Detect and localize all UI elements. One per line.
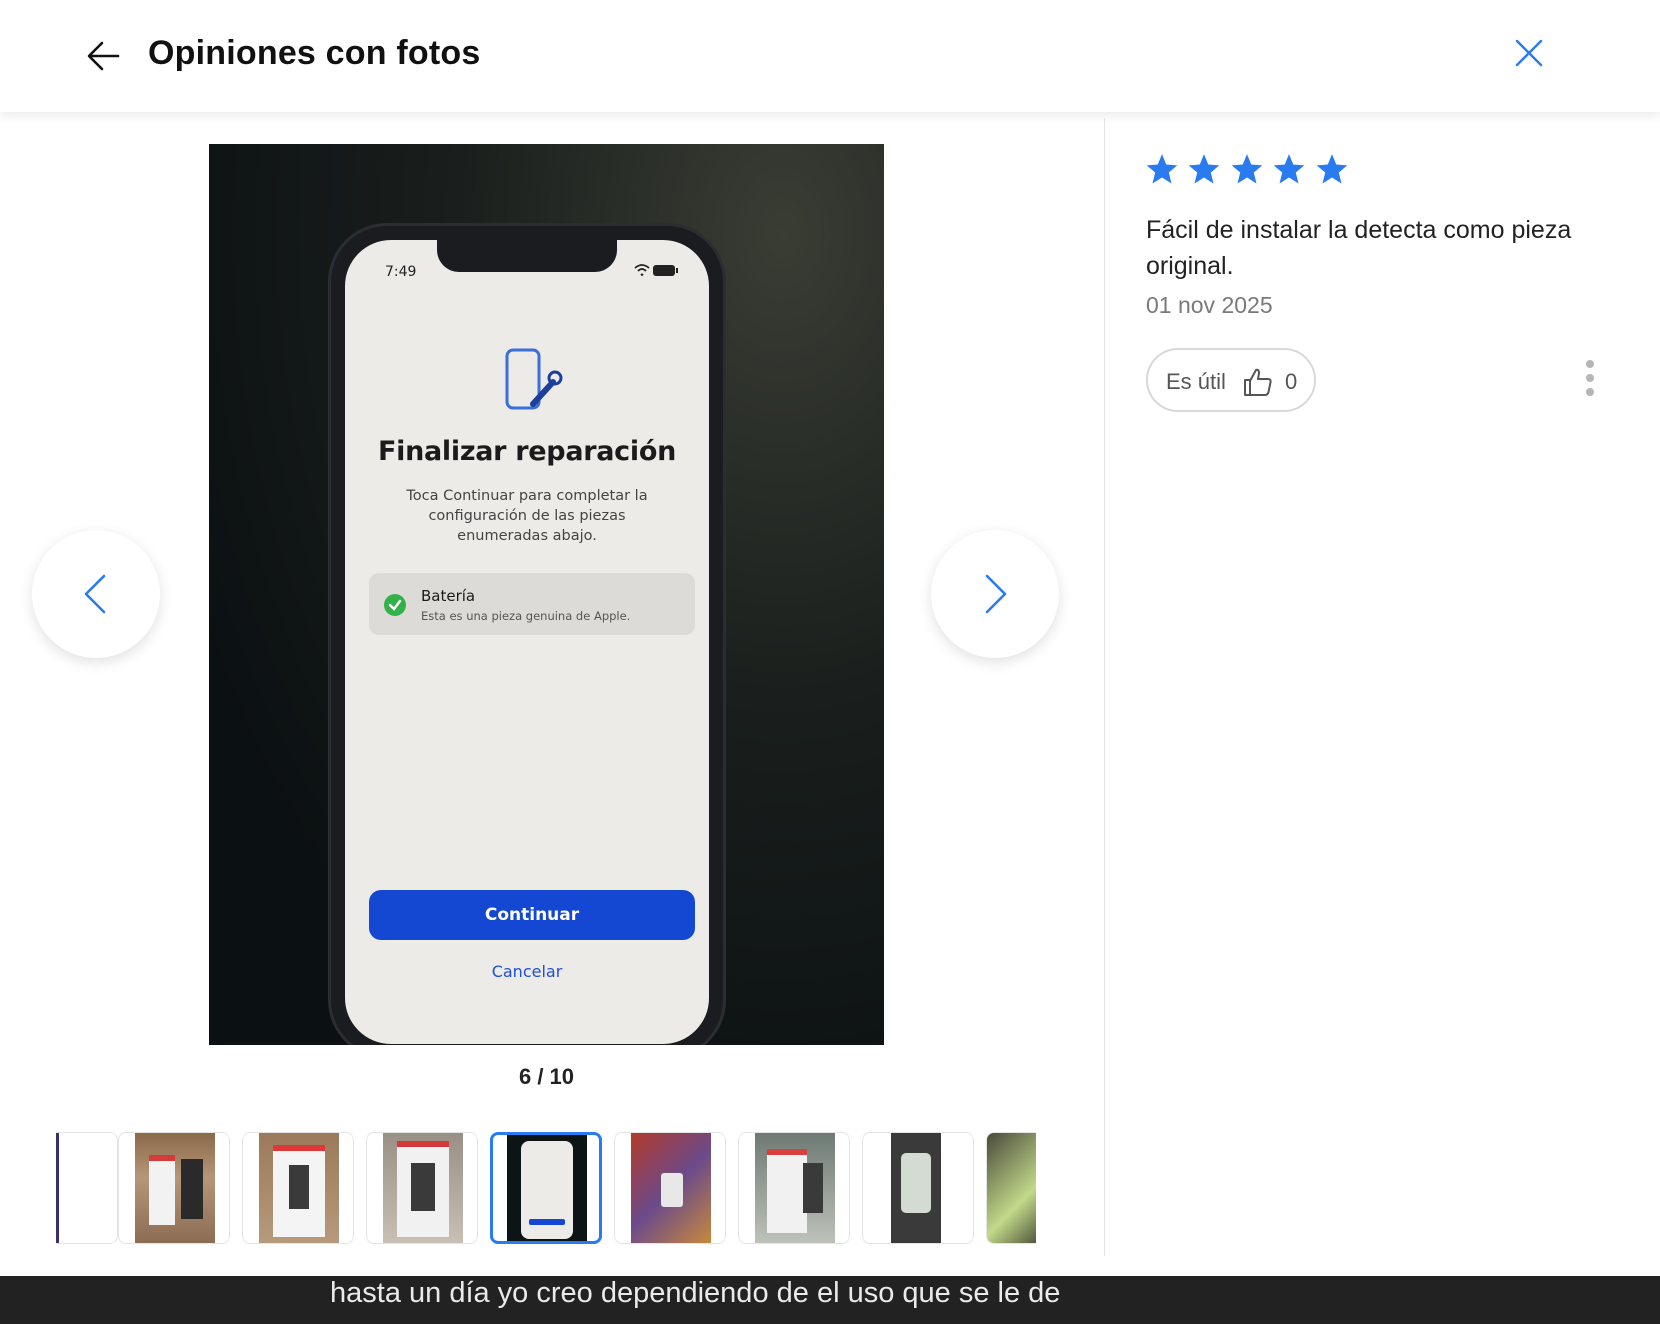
part-name: Batería [421,587,476,605]
close-icon [1515,39,1543,67]
useful-count: 0 [1285,369,1298,394]
thumbs-up-icon [1244,368,1272,396]
part-card: Batería Esta es una pieza genuina de App… [369,573,695,635]
close-button[interactable] [1512,36,1546,70]
rating-stars [1145,152,1353,186]
thumbnail-image [56,1133,81,1243]
verified-check-icon [384,594,406,616]
chevron-right-icon [985,574,1007,614]
phone-in-photo: 7:49 Finalizar reparación Toca Continuar… [331,226,723,1045]
repair-phone-icon [505,348,563,410]
thumbnail-9[interactable] [614,1132,726,1244]
wifi-battery-icon [634,264,678,277]
pane-divider [1104,118,1105,1256]
thumbnail-11[interactable] [862,1132,974,1244]
thumbnail-image [755,1133,835,1243]
subtitle-text: hasta un día yo creo dependiendo de el u… [330,1277,1061,1309]
chevron-left-icon [84,574,106,614]
thumbnail-strip [56,1132,1036,1244]
star-icon [1274,154,1305,184]
photo-counter: 6 / 10 [518,1064,575,1089]
more-options-button[interactable] [1582,360,1598,400]
arrow-left-icon [87,41,120,71]
thumbnail-6[interactable] [242,1132,354,1244]
star-icon [1316,154,1348,184]
thumbnail-image [135,1133,215,1243]
thumbnail-10[interactable] [738,1132,850,1244]
thumbnail-12[interactable] [986,1132,1036,1244]
modal-header: Opiniones con fotos [0,0,1660,112]
status-icons [633,262,681,283]
review-photo: 7:49 Finalizar reparación Toca Continuar… [209,144,884,1045]
page-title: Opiniones con fotos [148,34,481,72]
star-icon [1189,154,1220,184]
thumbnail-image [259,1133,339,1243]
thumbnail-image [891,1133,941,1243]
thumbnail-4[interactable] [56,1132,118,1244]
thumbnail-5[interactable] [118,1132,230,1244]
previous-photo-button[interactable] [32,530,160,658]
thumbnail-image [631,1133,711,1243]
phone-screen: 7:49 Finalizar reparación Toca Continuar… [345,240,709,1044]
screen-cancel-link: Cancelar [491,962,563,981]
useful-label: Es útil [1166,369,1226,394]
useful-button[interactable]: Es útil 0 [1146,348,1316,412]
back-button[interactable] [84,36,124,76]
screen-title: Finalizar reparación [377,436,677,467]
more-dots-icon [1586,360,1594,368]
star-icon [1231,154,1263,184]
part-status: Esta es una pieza genuina de Apple. [421,609,631,623]
next-photo-button[interactable] [931,530,1059,658]
thumbnail-8-active[interactable] [490,1132,602,1244]
thumbnail-image [987,1133,1036,1243]
thumbnail-image [383,1133,463,1243]
thumbnail-7[interactable] [366,1132,478,1244]
status-time: 7:49 [385,264,417,280]
star-icon [1146,154,1178,184]
review-text: Fácil de instalar la detecta como pieza … [1146,216,1572,280]
thumbnail-image [507,1135,587,1241]
screen-continue-button: Continuar [369,890,695,940]
screen-description: Toca Continuar para completar la configu… [406,488,648,544]
review-date: 01 nov 2025 [1146,292,1273,318]
phone-notch [437,240,617,272]
